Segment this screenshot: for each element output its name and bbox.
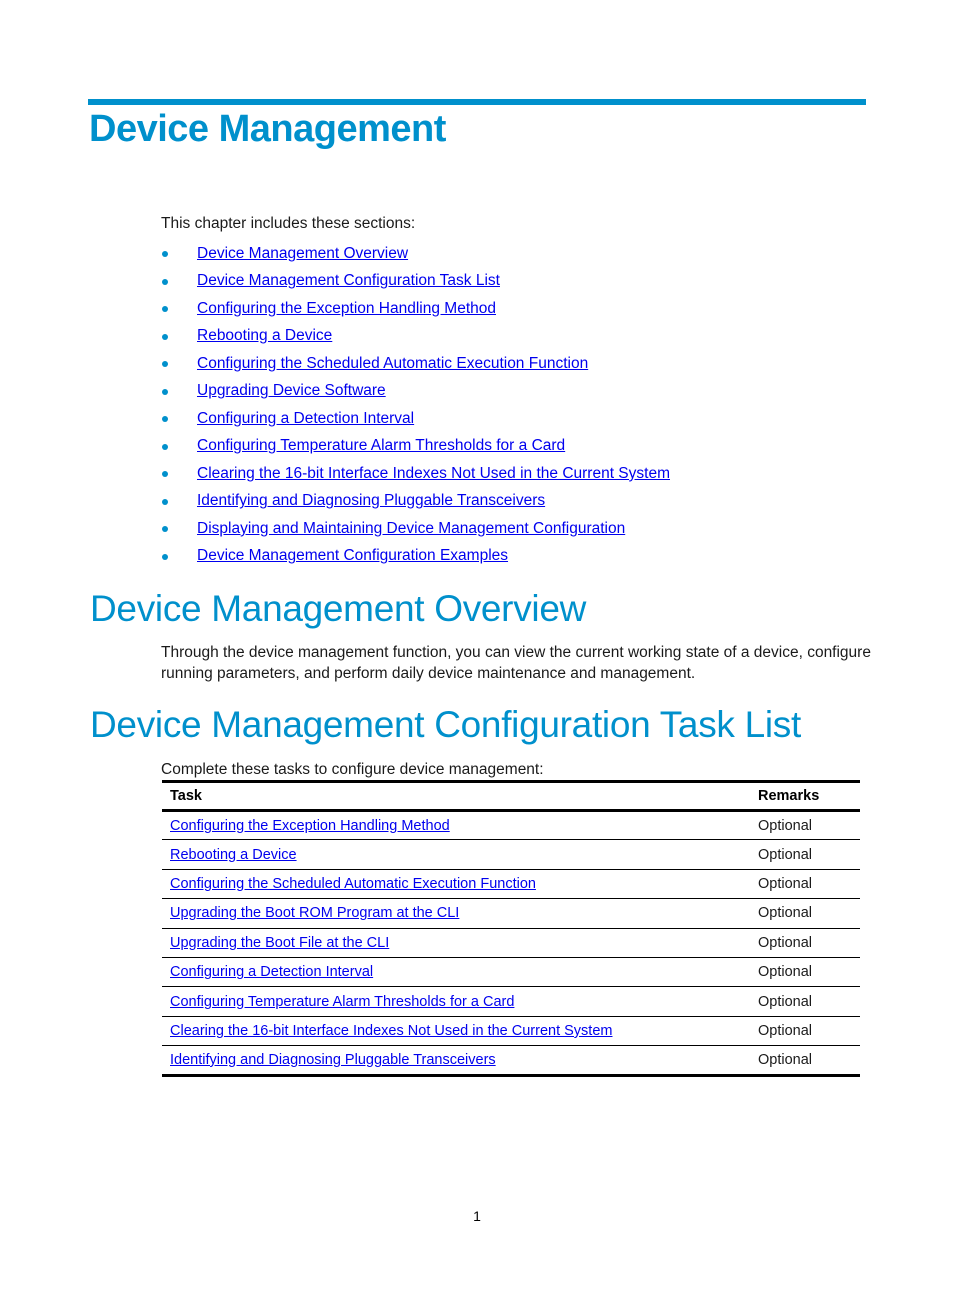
- table-row: Configuring a Detection Interval Optional: [162, 957, 860, 987]
- task-list-heading: Device Management Configuration Task Lis…: [90, 704, 801, 745]
- section-link[interactable]: Configuring the Exception Handling Metho…: [197, 300, 496, 318]
- bullet-icon: [162, 306, 168, 312]
- bullet-icon: [162, 333, 168, 340]
- task-link[interactable]: Identifying and Diagnosing Pluggable Tra…: [170, 1052, 496, 1068]
- column-header-remarks: Remarks: [758, 788, 820, 804]
- remarks-cell: Optional: [758, 1051, 813, 1068]
- table-row: Clearing the 16-bit Interface Indexes No…: [162, 1016, 860, 1046]
- table-header-row: Task Remarks: [162, 781, 860, 811]
- list-item: Clearing the 16-bit Interface Indexes No…: [161, 460, 670, 488]
- section-link[interactable]: Device Management Overview: [197, 245, 408, 263]
- bullet-icon: [162, 443, 168, 450]
- page-number: 1: [473, 1208, 481, 1224]
- bullet-icon: [162, 278, 168, 285]
- list-item: Configuring the Exception Handling Metho…: [161, 295, 670, 323]
- task-link[interactable]: Clearing the 16-bit Interface Indexes No…: [170, 1023, 612, 1039]
- task-table: Task Remarks Configuring the Exception H…: [162, 780, 860, 1077]
- list-item: Device Management Configuration Task Lis…: [161, 268, 670, 296]
- table-row: Upgrading the Boot File at the CLI Option…: [162, 928, 860, 958]
- task-list-intro: Complete these tasks to configure device…: [161, 761, 544, 778]
- task-link[interactable]: Configuring the Scheduled Automatic Exec…: [170, 876, 536, 892]
- bullet-icon: [162, 553, 168, 560]
- task-link[interactable]: Upgrading the Boot ROM Program at the CL…: [170, 905, 459, 921]
- list-item: Displaying and Maintaining Device Manage…: [161, 515, 670, 543]
- task-link[interactable]: Rebooting a Device: [170, 847, 297, 863]
- column-header-task: Task: [170, 788, 202, 804]
- overview-heading: Device Management Overview: [90, 588, 587, 629]
- table-row: Configuring Temperature Alarm Thresholds…: [162, 987, 860, 1017]
- remarks-cell: Optional: [758, 1022, 813, 1039]
- chapter-intro: This chapter includes these sections:: [161, 215, 416, 232]
- bullet-icon: [162, 388, 168, 395]
- remarks-cell: Optional: [758, 846, 813, 863]
- bullet-icon: [162, 498, 168, 505]
- bullet-icon: [162, 526, 168, 532]
- list-item: Device Management Configuration Examples: [161, 543, 670, 571]
- list-item: Device Management Overview: [161, 240, 670, 268]
- chapter-top-rule: [88, 99, 866, 105]
- remarks-cell: Optional: [758, 964, 813, 981]
- remarks-cell: Optional: [758, 993, 813, 1010]
- bullet-icon: [162, 251, 168, 257]
- remarks-cell: Optional: [758, 905, 813, 922]
- list-item: Rebooting a Device: [161, 323, 670, 351]
- section-link[interactable]: Clearing the 16-bit Interface Indexes No…: [197, 465, 670, 483]
- remarks-cell: Optional: [758, 875, 813, 892]
- section-link[interactable]: Displaying and Maintaining Device Manage…: [197, 520, 625, 538]
- table-row: Identifying and Diagnosing Pluggable Tra…: [162, 1046, 860, 1076]
- section-link[interactable]: Identifying and Diagnosing Pluggable Tra…: [197, 492, 545, 510]
- bullet-icon: [162, 471, 168, 477]
- list-item: Upgrading Device Software: [161, 378, 670, 406]
- bullet-icon: [162, 416, 168, 422]
- task-link[interactable]: Configuring the Exception Handling Metho…: [170, 818, 450, 834]
- task-link[interactable]: Configuring a Detection Interval: [170, 964, 373, 980]
- section-link[interactable]: Device Management Configuration Task Lis…: [197, 272, 500, 290]
- section-link[interactable]: Device Management Configuration Examples: [197, 547, 508, 565]
- list-item: Configuring a Detection Interval: [161, 405, 670, 433]
- list-item: Configuring Temperature Alarm Thresholds…: [161, 433, 670, 461]
- remarks-cell: Optional: [758, 934, 813, 951]
- table-row: Configuring the Scheduled Automatic Exec…: [162, 869, 860, 899]
- bullet-icon: [162, 361, 168, 367]
- section-link[interactable]: Configuring the Scheduled Automatic Exec…: [197, 355, 588, 373]
- task-link[interactable]: Configuring Temperature Alarm Thresholds…: [170, 994, 514, 1010]
- table-row: Upgrading the Boot ROM Program at the CL…: [162, 899, 860, 929]
- table-row: Configuring the Exception Handling Metho…: [162, 811, 860, 840]
- section-link[interactable]: Configuring a Detection Interval: [197, 410, 414, 428]
- chapter-title: Device Management: [89, 108, 446, 150]
- list-item: Configuring the Scheduled Automatic Exec…: [161, 350, 670, 378]
- overview-text: Through the device management function, …: [161, 644, 871, 682]
- remarks-cell: Optional: [758, 817, 813, 834]
- section-link[interactable]: Upgrading Device Software: [197, 382, 386, 400]
- section-link[interactable]: Configuring Temperature Alarm Thresholds…: [197, 437, 565, 455]
- section-list: Device Management Overview Device Manage…: [161, 240, 670, 570]
- list-item: Identifying and Diagnosing Pluggable Tra…: [161, 488, 670, 516]
- section-link[interactable]: Rebooting a Device: [197, 327, 332, 345]
- table-row: Rebooting a Device Optional: [162, 840, 860, 870]
- task-link[interactable]: Upgrading the Boot File at the CLI: [170, 935, 389, 951]
